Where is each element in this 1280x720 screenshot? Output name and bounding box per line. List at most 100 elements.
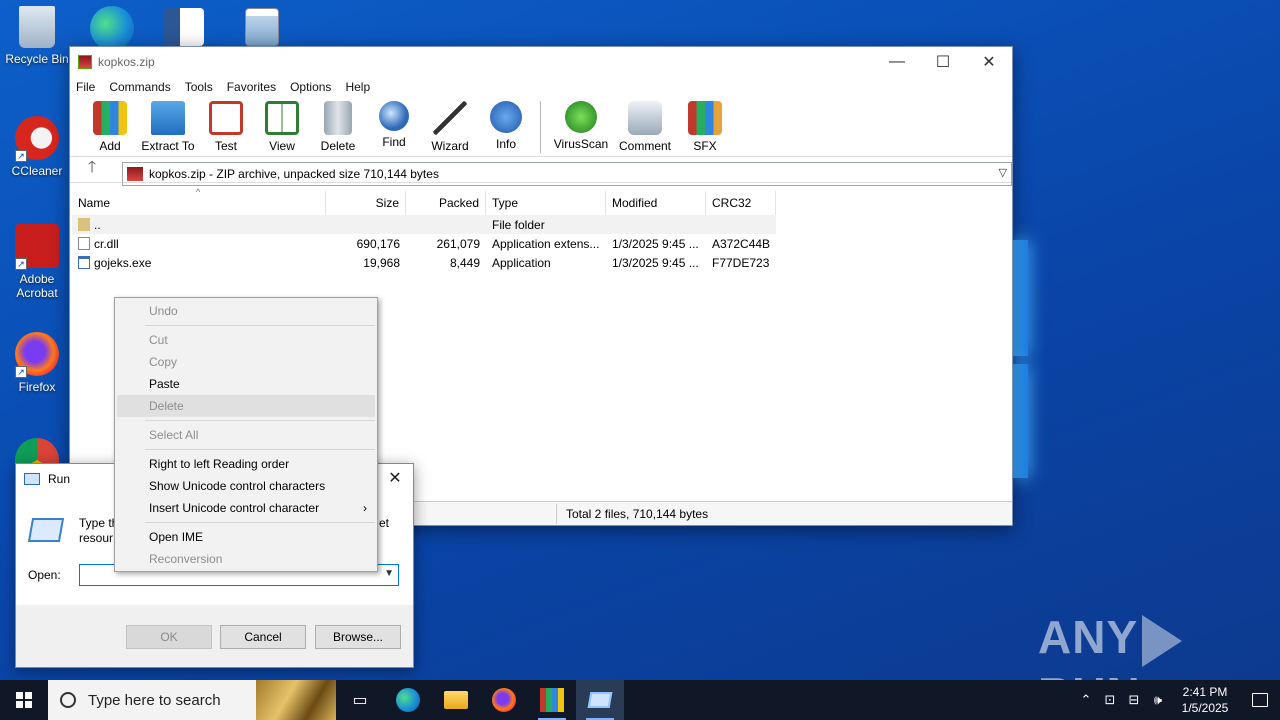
taskbar-search[interactable]: Type here to search xyxy=(48,680,336,720)
menu-options[interactable]: Options xyxy=(290,80,331,94)
menu-item-reconversion[interactable]: Reconversion xyxy=(115,548,377,570)
task-view-icon: ▭ xyxy=(352,692,368,709)
trash-can-icon xyxy=(324,101,352,135)
title-bar[interactable]: kopkos.zip xyxy=(70,47,1012,77)
extract-folder-icon xyxy=(151,101,185,135)
close-button[interactable]: ✕ xyxy=(966,47,1012,77)
column-type[interactable]: Type xyxy=(486,191,606,215)
shortcut-arrow-icon: ↗ xyxy=(15,258,27,270)
network-icon[interactable]: ⊟ xyxy=(1122,692,1146,708)
file-type: Application xyxy=(492,255,551,270)
folder-icon xyxy=(444,691,468,709)
volume-icon[interactable]: 🕪 xyxy=(1146,692,1170,708)
desktop-icon-recycle-bin[interactable]: Recycle Bin xyxy=(2,6,72,66)
ok-button[interactable]: OK xyxy=(126,625,212,649)
recycle-bin-icon xyxy=(19,6,55,48)
column-packed[interactable]: Packed xyxy=(406,191,486,215)
desktop-icon-adobe-acrobat[interactable]: ↗ Adobe Acrobat xyxy=(2,224,72,300)
taskbar-edge[interactable] xyxy=(384,680,432,720)
minimize-icon: — xyxy=(889,53,905,70)
extract-to-label: Extract To xyxy=(141,139,195,153)
menu-item-undo[interactable]: Undo xyxy=(115,300,377,322)
menu-item-open-ime[interactable]: Open IME xyxy=(115,526,377,548)
notification-icon xyxy=(1252,693,1268,707)
cancel-button[interactable]: Cancel xyxy=(220,625,306,649)
column-size[interactable]: Size xyxy=(326,191,406,215)
menu-item-paste[interactable]: Paste xyxy=(115,373,377,395)
window-title: kopkos.zip xyxy=(98,55,155,69)
test-button[interactable]: Test xyxy=(198,97,254,153)
desktop-icon-word[interactable] xyxy=(158,8,210,50)
menu-tools[interactable]: Tools xyxy=(185,80,213,94)
menu-file[interactable]: File xyxy=(76,80,95,94)
minimize-button[interactable]: — xyxy=(874,47,920,77)
show-hidden-icons-button[interactable]: ⌃ xyxy=(1074,692,1098,708)
up-folder-button[interactable]: 🡑 xyxy=(70,156,114,183)
table-row[interactable]: .. File folder xyxy=(72,215,776,234)
info-button[interactable]: Info xyxy=(478,97,534,151)
open-label: Open: xyxy=(28,568,61,582)
task-view-button[interactable]: ▭ xyxy=(336,680,384,720)
taskbar-firefox[interactable] xyxy=(480,680,528,720)
chevron-down-icon[interactable]: ▼ xyxy=(384,568,394,579)
exe-file-icon xyxy=(78,255,90,269)
menu-item-copy[interactable]: Copy xyxy=(115,351,377,373)
folder-icon xyxy=(78,217,90,231)
delete-button[interactable]: Delete xyxy=(310,97,366,153)
info-icon xyxy=(490,101,522,133)
wizard-button[interactable]: Wizard xyxy=(422,97,478,153)
find-button[interactable]: Find xyxy=(366,97,422,149)
maximize-button[interactable]: ☐ xyxy=(920,47,966,77)
menu-commands[interactable]: Commands xyxy=(109,80,170,94)
sfx-button[interactable]: SFX xyxy=(677,97,733,153)
comment-icon xyxy=(628,101,662,135)
clock[interactable]: 2:41 PM 1/5/2025 xyxy=(1170,684,1240,716)
chevron-down-icon[interactable]: ▽ xyxy=(999,166,1007,179)
file-modified: 1/3/2025 9:45 ... xyxy=(612,255,699,270)
menu-item-delete[interactable]: Delete xyxy=(117,395,375,417)
search-placeholder: Type here to search xyxy=(88,691,221,709)
run-close-button[interactable]: ✕ xyxy=(377,464,413,494)
column-crc32[interactable]: CRC32 xyxy=(706,191,776,215)
table-row[interactable]: cr.dll 690,176 261,079 Application exten… xyxy=(72,234,1012,253)
sfx-label: SFX xyxy=(693,139,717,153)
zip-archive-icon xyxy=(127,167,143,181)
file-crc: F77DE723 xyxy=(712,255,770,270)
table-row[interactable]: gojeks.exe 19,968 8,449 Application 1/3/… xyxy=(72,253,1012,272)
menu-item-show-unicode[interactable]: Show Unicode control characters xyxy=(115,475,377,497)
file-name: .. xyxy=(94,217,101,232)
menu-favorites[interactable]: Favorites xyxy=(227,80,276,94)
add-button[interactable]: Add xyxy=(82,97,138,153)
taskbar-winrar[interactable] xyxy=(528,680,576,720)
address-bar[interactable]: kopkos.zip - ZIP archive, unpacked size … xyxy=(122,162,1012,186)
meet-now-icon[interactable]: ⊡ xyxy=(1098,692,1122,708)
start-button[interactable] xyxy=(0,680,48,720)
find-label: Find xyxy=(382,135,406,149)
view-button[interactable]: View xyxy=(254,97,310,153)
virusscan-button[interactable]: VirusScan xyxy=(549,97,613,151)
desktop-icon-ccleaner[interactable]: ↗ CCleaner xyxy=(2,116,72,178)
comment-button[interactable]: Comment xyxy=(613,97,677,153)
image-file-icon xyxy=(245,8,279,46)
column-modified[interactable]: Modified xyxy=(606,191,706,215)
firefox-icon: ↗ xyxy=(15,332,59,378)
sort-indicator-icon: ^ xyxy=(196,187,201,197)
menu-item-insert-unicode[interactable]: Insert Unicode control character › xyxy=(115,497,377,519)
desktop-icon-firefox[interactable]: ↗ Firefox xyxy=(2,332,72,394)
run-icon xyxy=(587,692,613,708)
extract-to-button[interactable]: Extract To xyxy=(138,97,198,153)
taskbar-run[interactable] xyxy=(576,680,624,720)
browse-button[interactable]: Browse... xyxy=(315,625,401,649)
menu-item-rtl-reading-order[interactable]: Right to left Reading order xyxy=(115,453,377,475)
notification-center-button[interactable] xyxy=(1240,693,1280,707)
menu-item-cut[interactable]: Cut xyxy=(115,329,377,351)
desktop-icon-image[interactable] xyxy=(236,8,288,50)
desktop-icon-label: Firefox xyxy=(18,380,56,394)
adobe-acrobat-icon: ↗ xyxy=(15,224,59,270)
edge-icon xyxy=(396,688,420,712)
taskbar-file-explorer[interactable] xyxy=(432,680,480,720)
context-menu: Undo Cut Copy Paste Delete Select All Ri… xyxy=(114,297,378,572)
menu-help[interactable]: Help xyxy=(345,80,370,94)
run-app-icon xyxy=(27,518,65,542)
menu-item-select-all[interactable]: Select All xyxy=(115,424,377,446)
